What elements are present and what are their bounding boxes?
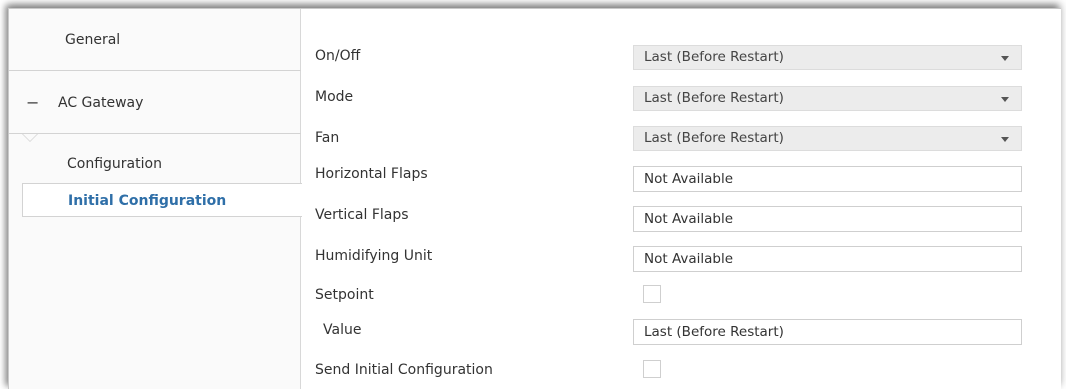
humidifying-unit-label: Humidifying Unit (315, 248, 433, 264)
chevron-down-icon (1001, 56, 1009, 61)
humidifying-unit-value: Not Available (644, 251, 734, 267)
parameters-window: General − AC Gateway Configuration Initi… (8, 8, 1061, 389)
horizontal-flaps-field[interactable]: Not Available (633, 166, 1022, 192)
horizontal-flaps-label: Horizontal Flaps (315, 166, 428, 182)
fan-select[interactable]: Last (Before Restart) (633, 126, 1022, 151)
send-initial-configuration-checkbox[interactable] (643, 360, 661, 378)
mode-label: Mode (315, 89, 354, 105)
sidebar-item-ac-gateway[interactable]: − AC Gateway (9, 72, 301, 134)
sidebar: General − AC Gateway Configuration Initi… (9, 9, 302, 389)
value-value: Last (Before Restart) (644, 324, 784, 340)
collapse-icon[interactable]: − (26, 72, 39, 134)
sidebar-item-initial-configuration[interactable]: Initial Configuration (22, 183, 302, 217)
sidebar-item-general[interactable]: General (9, 9, 301, 71)
chevron-down-icon (1001, 137, 1009, 142)
humidifying-unit-field[interactable]: Not Available (633, 246, 1022, 272)
sidebar-item-label: Configuration (67, 156, 162, 172)
send-initial-configuration-label: Send Initial Configuration (315, 362, 493, 378)
vertical-flaps-value: Not Available (644, 211, 734, 227)
mode-select[interactable]: Last (Before Restart) (633, 86, 1022, 111)
vertical-flaps-label: Vertical Flaps (315, 207, 409, 223)
fan-label: Fan (315, 130, 340, 146)
fan-value: Last (Before Restart) (644, 130, 784, 146)
setpoint-label: Setpoint (315, 287, 374, 303)
sidebar-item-configuration[interactable]: Configuration (9, 149, 301, 179)
on-off-select[interactable]: Last (Before Restart) (633, 45, 1022, 70)
chevron-down-icon (1001, 97, 1009, 102)
vertical-flaps-field[interactable]: Not Available (633, 206, 1022, 232)
tree-notch-inner (23, 134, 37, 141)
horizontal-flaps-value: Not Available (644, 171, 734, 187)
mode-value: Last (Before Restart) (644, 90, 784, 106)
sidebar-item-label: Initial Configuration (68, 193, 227, 209)
sidebar-item-label: AC Gateway (58, 95, 144, 111)
value-field[interactable]: Last (Before Restart) (633, 319, 1022, 345)
on-off-label: On/Off (315, 48, 361, 64)
sidebar-item-label: General (65, 32, 121, 48)
value-label: Value (323, 322, 362, 338)
setpoint-checkbox[interactable] (643, 285, 661, 303)
on-off-value: Last (Before Restart) (644, 49, 784, 65)
